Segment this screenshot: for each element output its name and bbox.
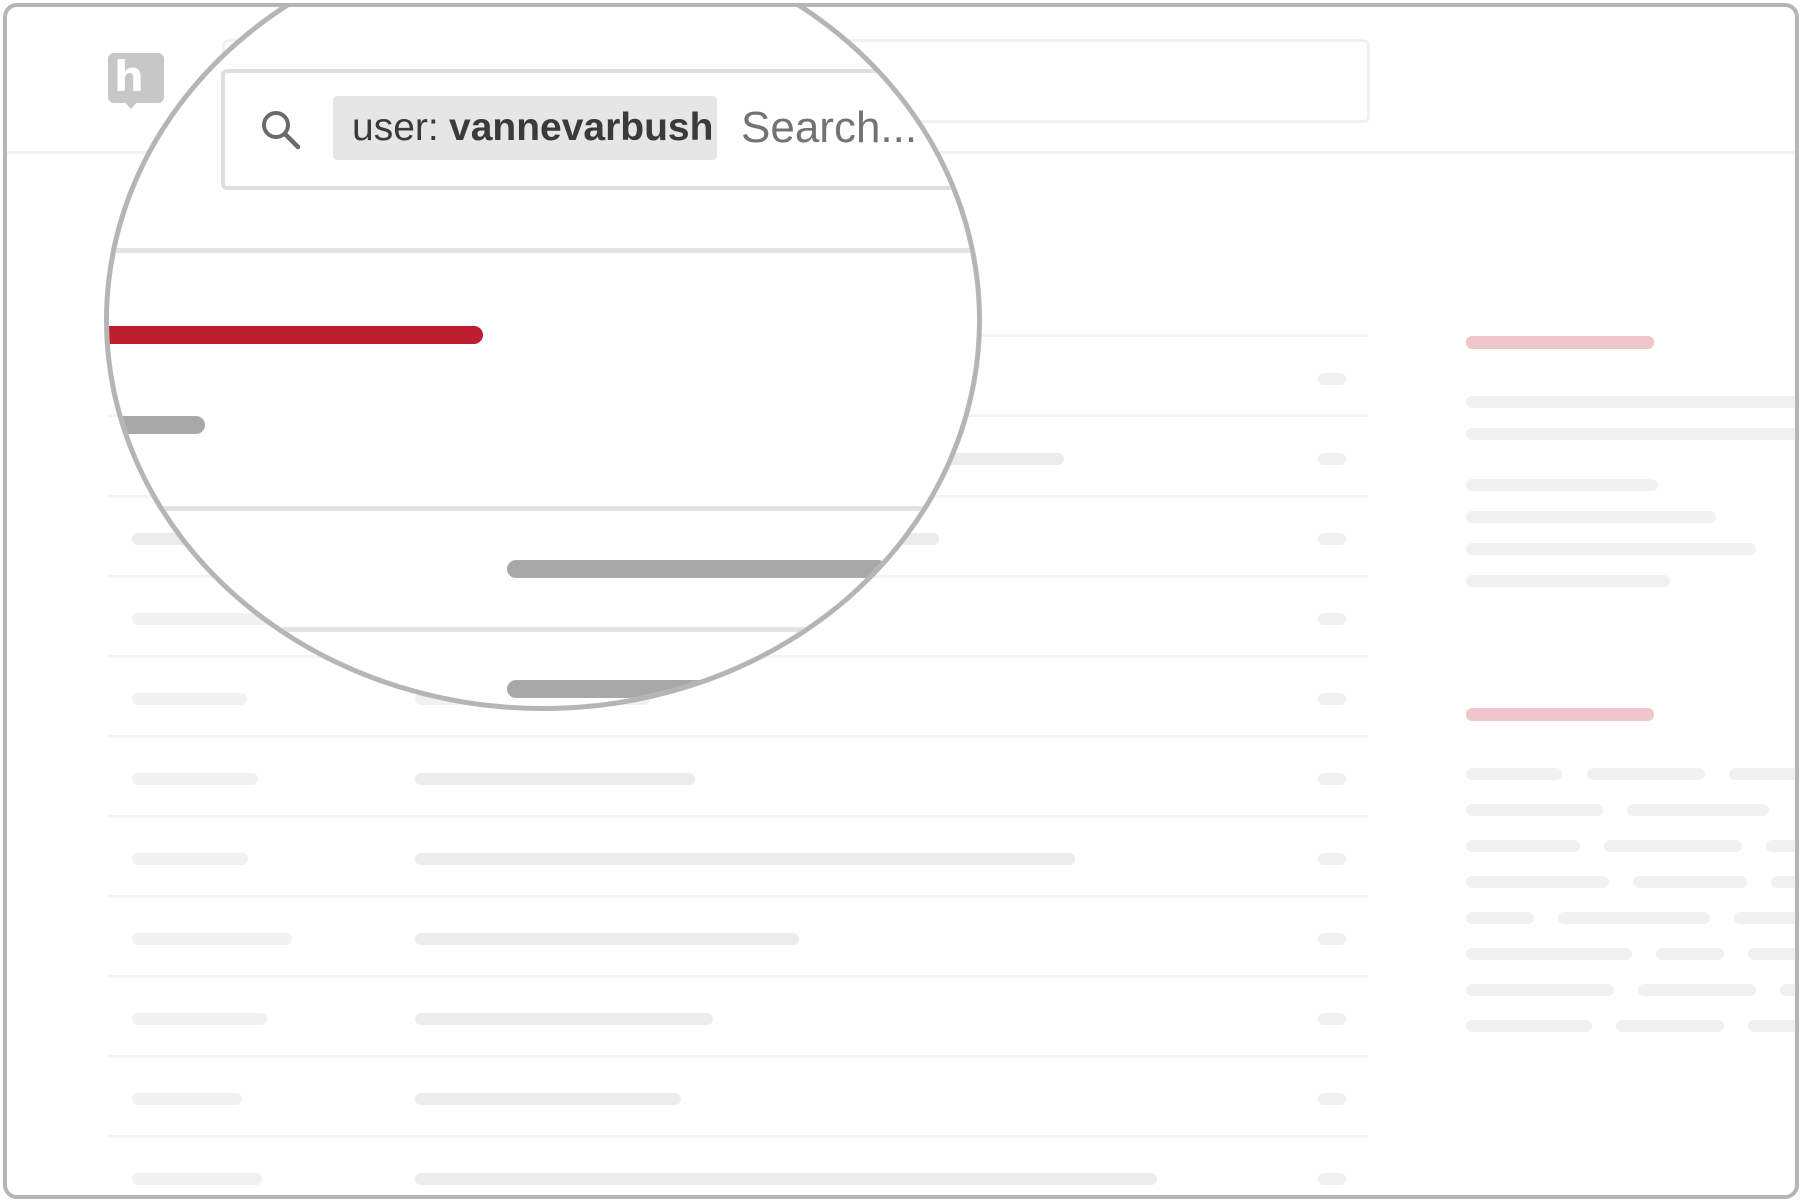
row-meta-placeholder <box>1318 613 1346 625</box>
row-meta-placeholder <box>1318 773 1346 785</box>
row-meta-placeholder <box>1318 933 1346 945</box>
row-meta-placeholder <box>1318 453 1346 465</box>
sidebar-line-placeholder <box>1466 543 1756 555</box>
sidebar-tag-placeholder <box>1466 912 1534 924</box>
sidebar-tag-placeholder <box>1466 876 1609 888</box>
row-meta-placeholder <box>1318 693 1346 705</box>
row-title-placeholder <box>415 933 799 945</box>
sidebar-heading-placeholder <box>1466 708 1654 721</box>
sidebar-line-placeholder <box>1466 396 1795 408</box>
magnified-subheading-placeholder <box>109 416 205 434</box>
row-meta-placeholder <box>1318 1013 1346 1025</box>
filter-key-label: user: <box>352 106 439 149</box>
sidebar-line-placeholder <box>1466 428 1795 440</box>
row-user-placeholder <box>132 933 292 945</box>
row-user-placeholder <box>132 1173 262 1185</box>
filter-value-label: vannevarbush <box>449 106 714 149</box>
row-title-placeholder <box>415 1013 713 1025</box>
user-filter-chip[interactable]: user: vannevarbush <box>333 96 717 160</box>
list-divider <box>108 735 1368 738</box>
row-user-placeholder <box>132 1013 267 1025</box>
list-divider <box>108 975 1368 978</box>
sidebar-tag-placeholder <box>1466 804 1603 816</box>
sidebar-tag-placeholder <box>1466 768 1562 780</box>
row-meta-placeholder <box>1318 533 1346 545</box>
magnified-divider <box>109 248 977 253</box>
row-title-placeholder <box>415 1173 1157 1185</box>
sidebar-line-placeholder <box>1466 511 1716 523</box>
sidebar-tag-placeholder <box>1466 1020 1592 1032</box>
sidebar-tag-placeholder <box>1616 1020 1724 1032</box>
sidebar-line-placeholder <box>1466 479 1658 491</box>
list-divider <box>108 1055 1368 1058</box>
sidebar-tag-placeholder <box>1734 912 1795 924</box>
magnified-heading-placeholder <box>109 326 483 344</box>
row-user-placeholder <box>132 773 258 785</box>
sidebar-line-placeholder <box>1466 575 1670 587</box>
search-placeholder: Search... <box>741 103 918 152</box>
sidebar-tag-placeholder <box>1633 876 1747 888</box>
sidebar-heading-placeholder <box>1466 336 1654 349</box>
sidebar-tag-placeholder <box>1656 948 1724 960</box>
list-divider <box>108 895 1368 898</box>
row-meta-placeholder <box>1318 853 1346 865</box>
magnified-column-placeholder <box>507 680 807 698</box>
row-meta-placeholder <box>1318 373 1346 385</box>
list-divider <box>108 815 1368 818</box>
magnified-divider <box>109 627 977 632</box>
row-title-placeholder <box>415 1093 681 1105</box>
row-meta-placeholder <box>1318 1173 1346 1185</box>
app-window: h user: vannevarbush Search... <box>3 3 1799 1199</box>
row-user-placeholder <box>132 853 248 865</box>
sidebar-tag-placeholder <box>1729 768 1795 780</box>
row-title-placeholder <box>415 773 695 785</box>
sidebar-tag-placeholder <box>1466 840 1580 852</box>
magnified-divider <box>109 506 977 511</box>
sidebar-tag-placeholder <box>1771 876 1795 888</box>
sidebar-tag-placeholder <box>1748 948 1795 960</box>
list-divider <box>108 1135 1368 1138</box>
sidebar-tag-placeholder <box>1558 912 1710 924</box>
row-meta-placeholder <box>1318 1093 1346 1105</box>
sidebar-tag-placeholder <box>1748 1020 1795 1032</box>
sidebar-tag-placeholder <box>1587 768 1705 780</box>
row-title-placeholder <box>415 853 1075 865</box>
sidebar-tag-placeholder <box>1466 948 1632 960</box>
sidebar-tag-placeholder <box>1627 804 1769 816</box>
row-user-placeholder <box>132 1093 242 1105</box>
magnified-column-placeholder <box>507 560 887 578</box>
magnifier-lens: user: vannevarbush Search... <box>104 7 982 711</box>
sidebar-tag-placeholder <box>1766 840 1795 852</box>
sidebar-tag-placeholder <box>1466 984 1614 996</box>
search-icon <box>262 111 301 150</box>
sidebar-tag-placeholder <box>1780 984 1795 996</box>
sidebar-tag-placeholder <box>1638 984 1756 996</box>
magnified-content: user: vannevarbush Search... <box>109 12 977 706</box>
sidebar-tag-placeholder <box>1604 840 1742 852</box>
